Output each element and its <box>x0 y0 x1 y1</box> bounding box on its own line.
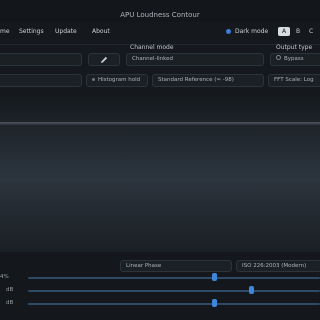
slider-row-label-1: 4% <box>0 274 9 280</box>
standard-select[interactable]: ISO 226:2003 (Modern) <box>236 260 320 272</box>
lang-button-b[interactable]: B <box>296 28 300 35</box>
output-type-label: Output type <box>276 44 313 51</box>
histogram-hold-label: Histogram hold <box>98 77 141 83</box>
dark-mode-radio[interactable] <box>226 29 231 34</box>
pencil-icon <box>101 56 108 63</box>
slider-row-label-2: dB <box>6 287 14 293</box>
dark-mode-label[interactable]: Dark mode <box>235 28 268 35</box>
histogram-hold-radio-icon <box>92 78 95 81</box>
reference-select[interactable]: Standard Reference (≈ -98) <box>152 74 264 87</box>
slider-track-1[interactable] <box>28 277 320 279</box>
slider-thumb-3[interactable] <box>212 299 217 307</box>
channel-mode-select[interactable]: Channel-linked <box>126 53 264 66</box>
edit-button[interactable] <box>88 53 120 66</box>
toolbar-left-field[interactable] <box>0 74 82 87</box>
bypass-radio-icon <box>276 55 281 60</box>
slider-track-2[interactable] <box>28 290 320 292</box>
histogram-hold-toggle[interactable]: Histogram hold <box>86 74 148 87</box>
slider-thumb-2[interactable] <box>249 286 254 294</box>
graph-header <box>0 92 320 122</box>
menu-item-home[interactable]: me <box>0 28 10 35</box>
slider-thumb-1[interactable] <box>212 273 217 281</box>
graph-curve-edge <box>0 122 320 125</box>
menu-item-update[interactable]: Update <box>55 28 77 35</box>
menu-item-about[interactable]: About <box>92 28 110 35</box>
output-type-value: Bypass <box>284 56 304 62</box>
fft-scale-select[interactable]: FFT Scale: Log <box>268 74 320 87</box>
slider-track-3[interactable] <box>28 303 320 305</box>
menu-item-settings[interactable]: Settings <box>19 28 44 35</box>
phase-select[interactable]: Linear Phase <box>120 260 232 272</box>
slider-row-label-3: dB <box>6 300 14 306</box>
lang-button-a[interactable]: A <box>278 27 290 36</box>
output-type-select[interactable]: Bypass <box>270 53 320 66</box>
channel-mode-label: Channel mode <box>130 44 174 51</box>
lang-button-c[interactable]: C <box>309 28 313 35</box>
window-title: APU Loudness Contour <box>120 11 200 19</box>
menu-bar <box>0 22 320 42</box>
preset-field[interactable] <box>0 53 82 66</box>
